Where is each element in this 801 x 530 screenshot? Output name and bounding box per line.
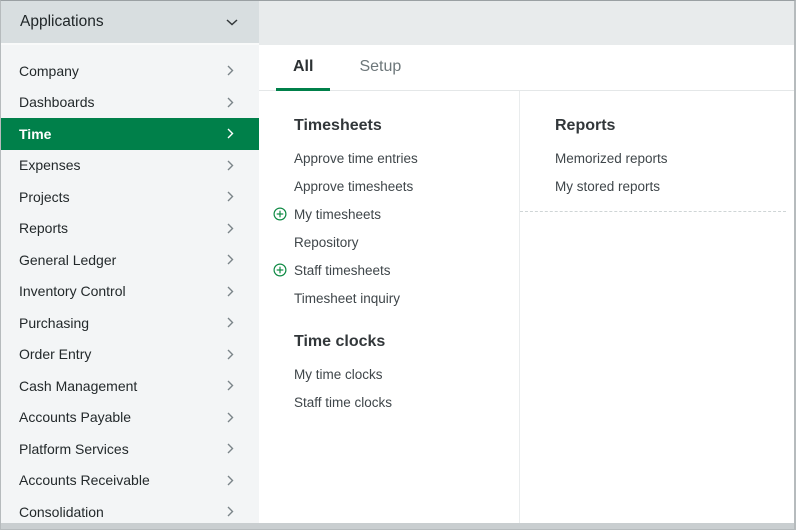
sidebar-item-reports[interactable]: Reports [1, 213, 259, 245]
chevron-right-icon [227, 443, 234, 454]
sidebar-item-label: Dashboards [19, 94, 95, 110]
sidebar-item-accounts-payable[interactable]: Accounts Payable [1, 402, 259, 434]
menu-column-1: Timesheets Approve time entries Approve … [259, 91, 519, 523]
sidebar-item-consolidation[interactable]: Consolidation [1, 496, 259, 523]
menu-column-2: Reports Memorized reports My stored repo… [519, 91, 794, 523]
sidebar-item-label: Inventory Control [19, 283, 126, 299]
tab-setup[interactable]: Setup [342, 45, 418, 91]
sidebar-item-label: Order Entry [19, 346, 91, 362]
sidebar-item-label: Platform Services [19, 441, 129, 457]
applications-menu-screen: Applications Company Dashboards Time [0, 0, 801, 530]
sidebar-item-company[interactable]: Company [1, 55, 259, 87]
section-timesheets: Timesheets Approve time entries Approve … [294, 117, 507, 312]
menu-item-staff-time-clocks[interactable]: Staff time clocks [294, 388, 507, 416]
sidebar-item-list: Company Dashboards Time Expenses Project… [1, 45, 259, 523]
menu-item-label: Staff time clocks [294, 395, 392, 410]
menu-item-timesheet-inquiry[interactable]: Timesheet inquiry [294, 284, 507, 312]
section-time-clocks: Time clocks My time clocks Staff time cl… [294, 333, 507, 416]
applications-menu-header[interactable]: Applications [1, 1, 259, 45]
menu-item-repository[interactable]: Repository [294, 228, 507, 256]
sidebar-item-label: Time [19, 126, 51, 142]
menu-item-my-stored-reports[interactable]: My stored reports [555, 172, 782, 200]
menu-item-approve-timesheets[interactable]: Approve timesheets [294, 172, 507, 200]
menu-item-approve-time-entries[interactable]: Approve time entries [294, 144, 507, 172]
menu-item-label: My stored reports [555, 179, 660, 194]
chevron-right-icon [227, 223, 234, 234]
chevron-right-icon [227, 412, 234, 423]
menu-item-memorized-reports[interactable]: Memorized reports [555, 144, 782, 172]
quick-add-icon[interactable] [273, 207, 287, 221]
sidebar-item-projects[interactable]: Projects [1, 181, 259, 213]
sidebar-item-cash-management[interactable]: Cash Management [1, 370, 259, 402]
menu-item-label: Approve timesheets [294, 179, 413, 194]
sidebar-item-inventory-control[interactable]: Inventory Control [1, 276, 259, 308]
sidebar-item-platform-services[interactable]: Platform Services [1, 433, 259, 465]
sidebar-item-label: Accounts Payable [19, 409, 131, 425]
section-title: Time clocks [294, 333, 507, 351]
chevron-right-icon [227, 317, 234, 328]
sidebar-item-label: General Ledger [19, 252, 116, 268]
menu-item-label: Staff timesheets [294, 263, 391, 278]
section-title: Reports [555, 117, 782, 135]
sidebar-item-label: Projects [19, 189, 70, 205]
chevron-right-icon [227, 97, 234, 108]
main-panel: All Setup Timesheets Approve time entrie… [259, 45, 794, 523]
sidebar-item-accounts-receivable[interactable]: Accounts Receivable [1, 465, 259, 497]
sidebar-item-general-ledger[interactable]: General Ledger [1, 244, 259, 276]
sidebar-item-label: Company [19, 63, 79, 79]
chevron-right-icon [227, 380, 234, 391]
applications-menu-label: Applications [20, 13, 104, 31]
sidebar-item-label: Consolidation [19, 504, 104, 520]
section-reports: Reports Memorized reports My stored repo… [555, 117, 782, 200]
menu-item-label: Approve time entries [294, 151, 418, 166]
chevron-down-icon [226, 13, 238, 31]
sidebar-item-label: Purchasing [19, 315, 89, 331]
chevron-right-icon [227, 349, 234, 360]
sidebar-item-time[interactable]: Time [1, 118, 259, 150]
chevron-right-icon [227, 160, 234, 171]
sidebar-item-label: Accounts Receivable [19, 472, 150, 488]
chevron-right-icon [227, 128, 234, 139]
menu-content: Timesheets Approve time entries Approve … [259, 91, 794, 523]
window-bottom-edge [1, 523, 794, 529]
applications-sidebar: Applications Company Dashboards Time [1, 1, 259, 523]
sidebar-item-label: Reports [19, 220, 68, 236]
menu-item-label: My time clocks [294, 367, 383, 382]
menu-item-label: My timesheets [294, 207, 381, 222]
tab-all[interactable]: All [276, 45, 330, 91]
chevron-right-icon [227, 506, 234, 517]
top-bar [259, 1, 794, 45]
section-divider [520, 211, 786, 212]
sidebar-item-purchasing[interactable]: Purchasing [1, 307, 259, 339]
sidebar-item-label: Cash Management [19, 378, 137, 394]
section-title: Timesheets [294, 117, 507, 135]
menu-item-label: Repository [294, 235, 359, 250]
chevron-right-icon [227, 286, 234, 297]
menu-item-label: Memorized reports [555, 151, 668, 166]
chevron-right-icon [227, 475, 234, 486]
sidebar-item-expenses[interactable]: Expenses [1, 150, 259, 182]
sidebar-item-label: Expenses [19, 157, 80, 173]
quick-add-icon[interactable] [273, 263, 287, 277]
chevron-right-icon [227, 65, 234, 76]
tab-bar: All Setup [259, 45, 794, 91]
chevron-right-icon [227, 191, 234, 202]
app-window: Applications Company Dashboards Time [0, 0, 796, 530]
sidebar-item-dashboards[interactable]: Dashboards [1, 87, 259, 119]
menu-item-my-timesheets[interactable]: My timesheets [294, 200, 507, 228]
menu-item-my-time-clocks[interactable]: My time clocks [294, 360, 507, 388]
menu-item-staff-timesheets[interactable]: Staff timesheets [294, 256, 507, 284]
chevron-right-icon [227, 254, 234, 265]
menu-item-label: Timesheet inquiry [294, 291, 400, 306]
sidebar-item-order-entry[interactable]: Order Entry [1, 339, 259, 371]
